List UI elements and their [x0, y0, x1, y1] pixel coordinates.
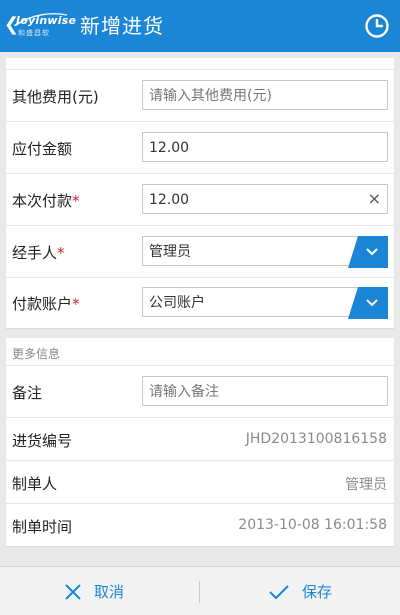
- payment-form-card: 其他费用(元) 请输入其他费用(元) 应付金额 12.00 本次付款* 12.0…: [6, 58, 394, 328]
- back-button[interactable]: ❮ Joyinwise 和盛昌软: [4, 12, 76, 40]
- close-icon: [65, 583, 81, 600]
- row-created-time: 制单时间 2013-10-08 16:01:58: [6, 504, 394, 546]
- bottom-action-bar: 取消 保存: [0, 566, 400, 615]
- purchase-no-value: JHD2013100816158: [245, 431, 387, 447]
- required-mark: *: [72, 295, 80, 313]
- page-title: 新增进货: [80, 14, 164, 38]
- row-purchase-no: 进货编号 JHD2013100816158: [6, 418, 394, 461]
- payable-value: 12.00: [149, 140, 190, 156]
- row-this-payment: 本次付款* 12.00 ×: [6, 174, 394, 226]
- clear-icon[interactable]: ×: [368, 190, 381, 208]
- logo-text: Joyinwise: [16, 14, 77, 27]
- other-fees-placeholder: 请输入其他费用(元): [149, 88, 272, 104]
- section-title: 更多信息: [12, 347, 61, 361]
- other-fees-label: 其他费用(元): [12, 88, 99, 106]
- required-mark: *: [57, 244, 65, 262]
- form-top-spacer: [6, 58, 394, 70]
- creator-value: 管理员: [345, 477, 387, 493]
- row-handler: 经手人* 管理员: [6, 226, 394, 278]
- row-other-fees: 其他费用(元) 请输入其他费用(元): [6, 70, 394, 122]
- created-time-label: 制单时间: [12, 518, 73, 536]
- created-time-value: 2013-10-08 16:01:58: [238, 517, 387, 533]
- cancel-button[interactable]: 取消: [64, 567, 124, 615]
- section-header: 更多信息: [6, 338, 394, 366]
- this-payment-input[interactable]: 12.00 ×: [142, 184, 388, 214]
- row-payable: 应付金额 12.00: [6, 122, 394, 174]
- chevron-down-icon[interactable]: [348, 236, 388, 268]
- footer-divider: [199, 581, 200, 603]
- account-select[interactable]: 公司账户: [142, 287, 388, 319]
- chevron-down-icon[interactable]: [348, 287, 388, 319]
- handler-label: 经手人*: [12, 244, 65, 262]
- account-value: 公司账户: [149, 295, 205, 311]
- creator-label: 制单人: [12, 475, 58, 493]
- save-button[interactable]: 保存: [268, 567, 332, 615]
- required-mark: *: [72, 192, 80, 210]
- row-remark: 备注 请输入备注: [6, 366, 394, 418]
- app-header: ❮ Joyinwise 和盛昌软 新增进货: [0, 0, 400, 52]
- remark-label: 备注: [12, 384, 43, 402]
- payable-label: 应付金额: [12, 140, 73, 158]
- handler-value: 管理员: [149, 244, 191, 260]
- this-payment-value: 12.00: [149, 192, 190, 208]
- logo-subtext: 和盛昌软: [18, 29, 50, 37]
- save-label: 保存: [302, 583, 333, 601]
- handler-select[interactable]: 管理员: [142, 236, 388, 268]
- row-creator: 制单人 管理员: [6, 461, 394, 504]
- remark-placeholder: 请输入备注: [149, 384, 219, 400]
- other-fees-input[interactable]: 请输入其他费用(元): [142, 80, 388, 110]
- clock-icon[interactable]: [364, 13, 390, 39]
- this-payment-label: 本次付款*: [12, 192, 80, 210]
- checkmark-icon: [269, 584, 289, 599]
- cancel-label: 取消: [94, 583, 125, 601]
- more-info-card: 更多信息 备注 请输入备注 进货编号 JHD2013100816158 制单人 …: [6, 338, 394, 546]
- account-label: 付款账户*: [12, 295, 80, 313]
- payable-input[interactable]: 12.00: [142, 132, 388, 162]
- purchase-no-label: 进货编号: [12, 432, 73, 450]
- remark-input[interactable]: 请输入备注: [142, 376, 388, 406]
- row-account: 付款账户* 公司账户: [6, 278, 394, 328]
